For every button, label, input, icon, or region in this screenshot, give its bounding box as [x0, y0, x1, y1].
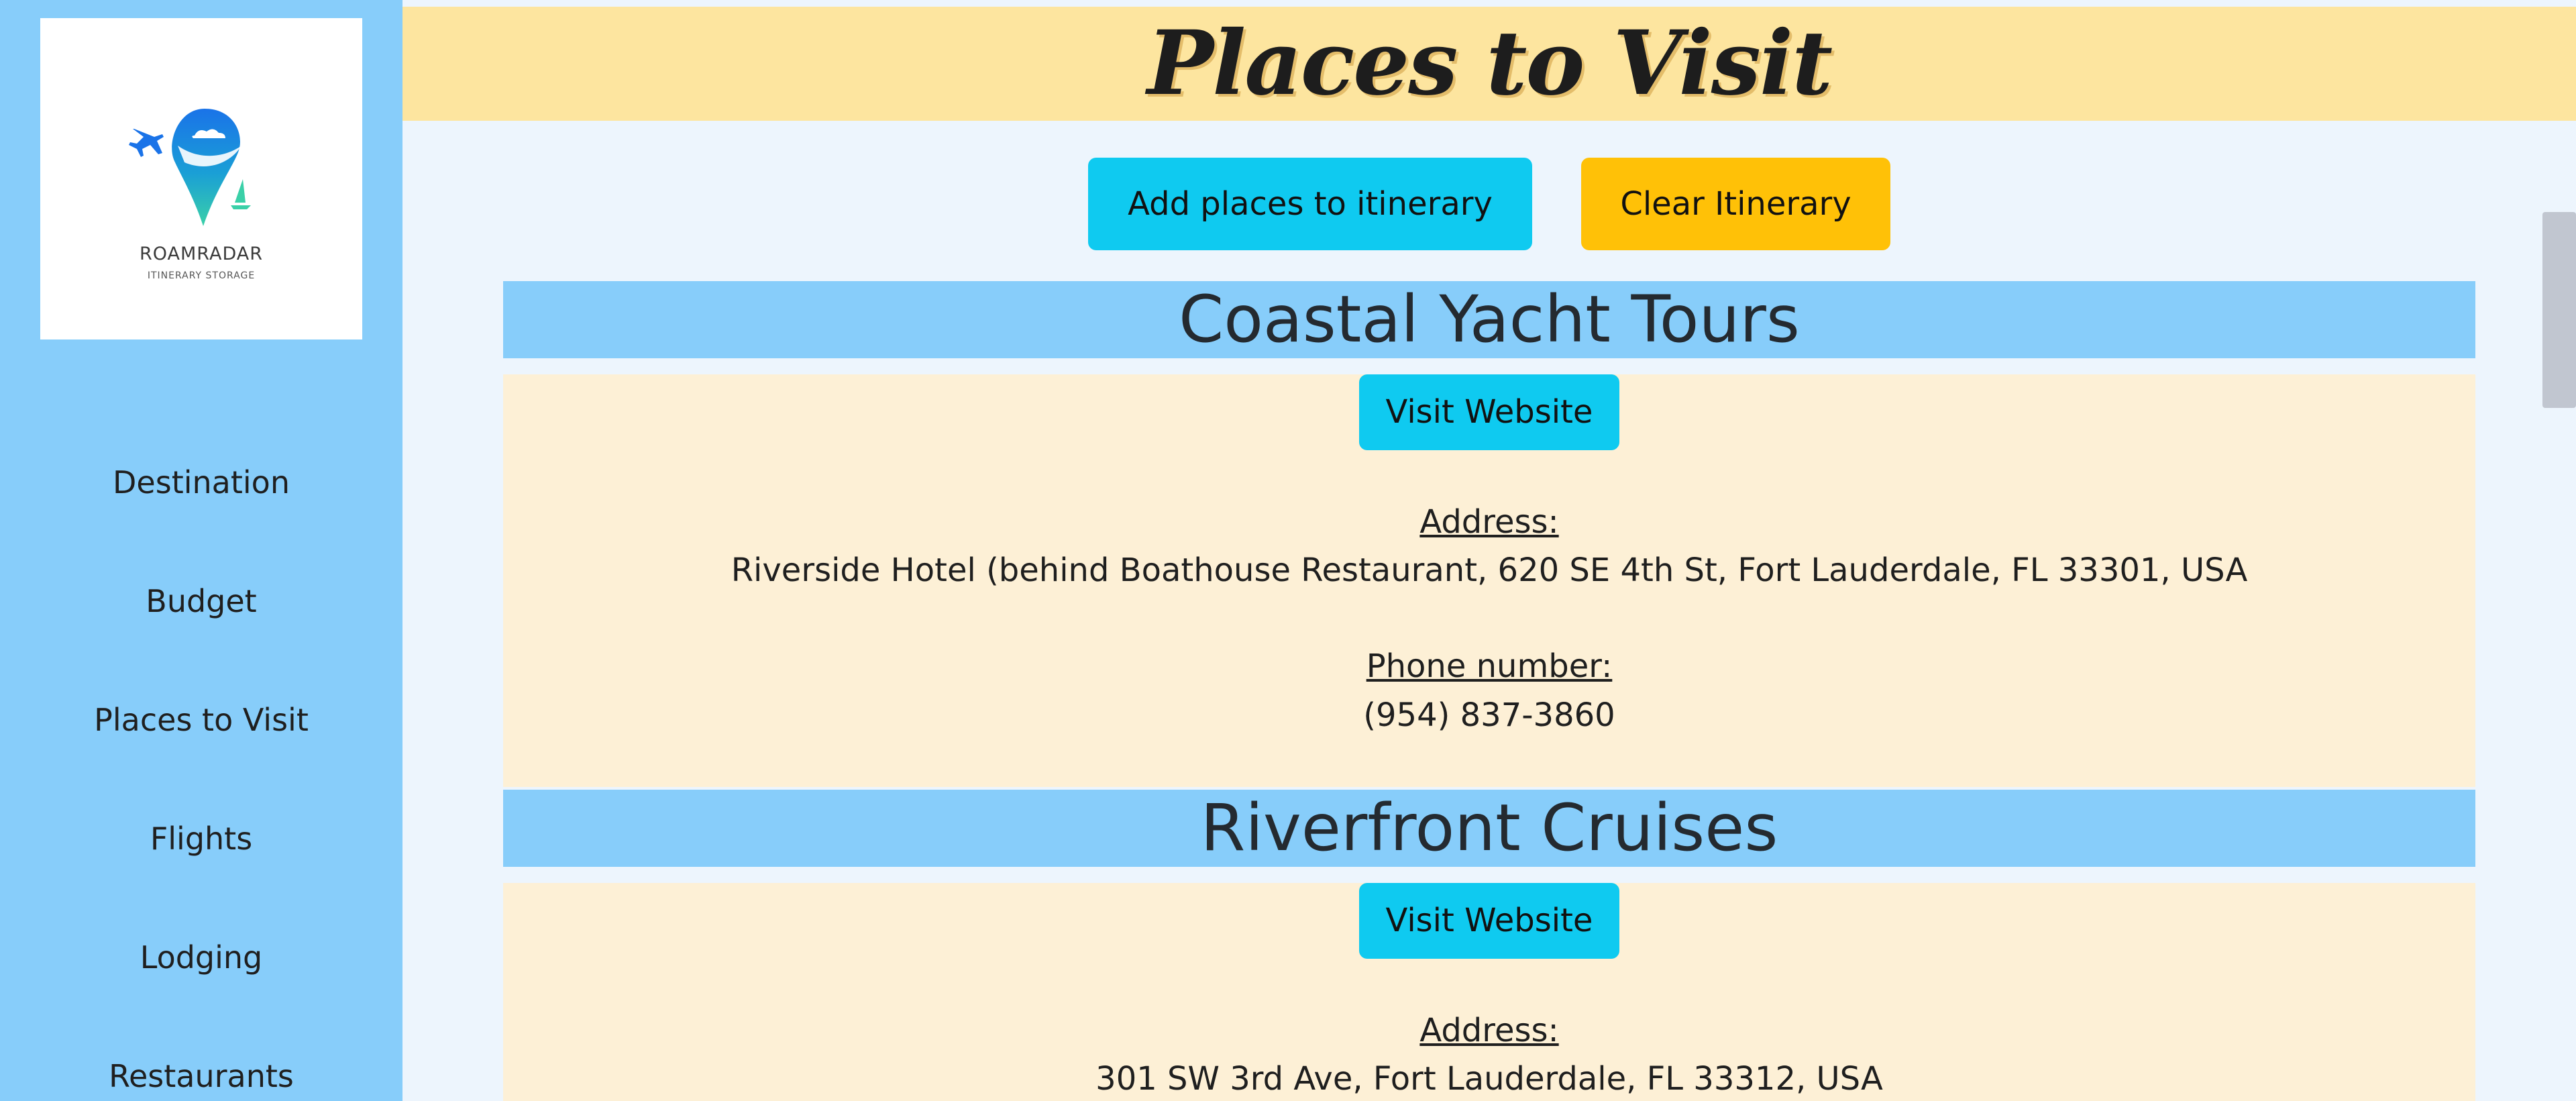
address-value: Riverside Hotel (behind Boathouse Restau…	[731, 552, 2248, 589]
place-title: Coastal Yacht Tours	[1179, 282, 1800, 357]
logo[interactable]: ROAMRADAR ITINERARY STORAGE	[40, 18, 362, 339]
nav-item-destination[interactable]: Destination	[0, 464, 402, 501]
scrollbar-thumb[interactable]	[2542, 212, 2576, 408]
page-title: Places to Visit	[1146, 11, 1833, 115]
visit-website-button[interactable]: Visit Website	[1359, 883, 1619, 959]
nav-item-budget[interactable]: Budget	[0, 583, 402, 619]
logo-tagline: ITINERARY STORAGE	[147, 270, 256, 281]
place-title: Riverfront Cruises	[1200, 790, 1778, 866]
place-card: Visit Website Address: 301 SW 3rd Ave, F…	[503, 883, 2475, 1101]
clear-itinerary-button[interactable]: Clear Itinerary	[1581, 158, 1890, 250]
nav-item-restaurants[interactable]: Restaurants	[0, 1058, 402, 1094]
nav-item-flights[interactable]: Flights	[0, 821, 402, 857]
visit-website-button[interactable]: Visit Website	[1359, 374, 1619, 450]
place-header: Riverfront Cruises	[503, 790, 2475, 867]
address-label: Address:	[1419, 503, 1559, 541]
sidebar: ROAMRADAR ITINERARY STORAGE Destination …	[0, 0, 402, 1101]
place-header: Coastal Yacht Tours	[503, 281, 2475, 358]
add-places-button[interactable]: Add places to itinerary	[1088, 158, 1532, 250]
roamradar-logo-icon	[129, 109, 251, 226]
place-card: Visit Website Address: Riverside Hotel (…	[503, 374, 2475, 787]
nav-item-places-to-visit[interactable]: Places to Visit	[0, 702, 402, 738]
page-header: Places to Visit	[402, 7, 2576, 121]
phone-value: (954) 837-3860	[1363, 696, 1615, 734]
logo-name: ROAMRADAR	[140, 244, 263, 264]
address-label: Address:	[1419, 1012, 1559, 1049]
address-value: 301 SW 3rd Ave, Fort Lauderdale, FL 3331…	[1095, 1060, 1883, 1098]
nav-item-lodging[interactable]: Lodging	[0, 939, 402, 976]
phone-label: Phone number:	[1366, 647, 1613, 685]
